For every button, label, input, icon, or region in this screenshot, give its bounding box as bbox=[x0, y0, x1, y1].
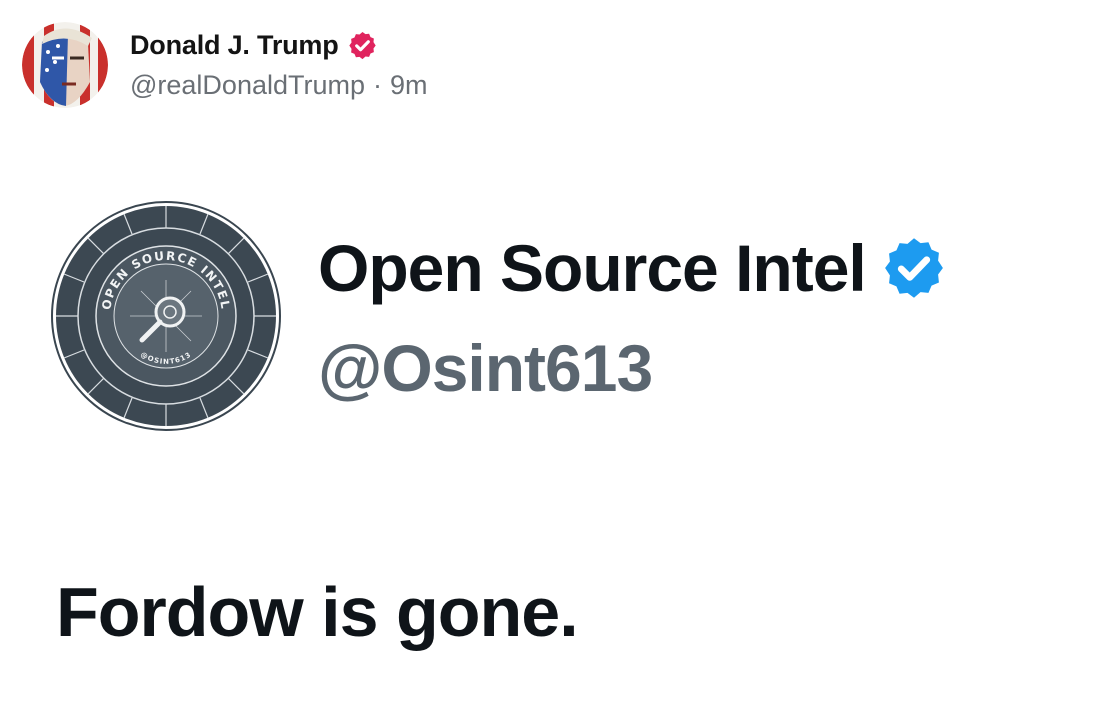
osint-logo: OPEN SOURCE INTEL @OSINT613 bbox=[50, 200, 282, 432]
embed-account-handle: @Osint613 bbox=[318, 331, 653, 405]
avatar-image bbox=[22, 22, 108, 108]
avatar[interactable] bbox=[22, 22, 108, 108]
author-meta-row: @realDonaldTrump · 9m bbox=[130, 65, 428, 105]
post-header: Donald J. Trump @realDonaldTrump · 9m bbox=[22, 22, 428, 108]
author-block: Donald J. Trump @realDonaldTrump · 9m bbox=[130, 25, 428, 105]
verified-badge-icon bbox=[347, 30, 378, 61]
embedded-image: OPEN SOURCE INTEL @OSINT613 Open Source … bbox=[0, 150, 1118, 716]
embed-tweet-text: Fordow is gone. bbox=[56, 573, 579, 651]
author-name-row: Donald J. Trump bbox=[130, 25, 428, 65]
author-handle[interactable]: @realDonaldTrump bbox=[130, 70, 365, 101]
post-timestamp[interactable]: 9m bbox=[390, 70, 428, 101]
embed-account-row: Open Source Intel bbox=[318, 231, 948, 305]
meta-separator: · bbox=[373, 69, 382, 100]
embed-verified-badge-icon bbox=[880, 234, 948, 302]
author-name[interactable]: Donald J. Trump bbox=[130, 30, 339, 61]
embed-account-name: Open Source Intel bbox=[318, 231, 867, 305]
